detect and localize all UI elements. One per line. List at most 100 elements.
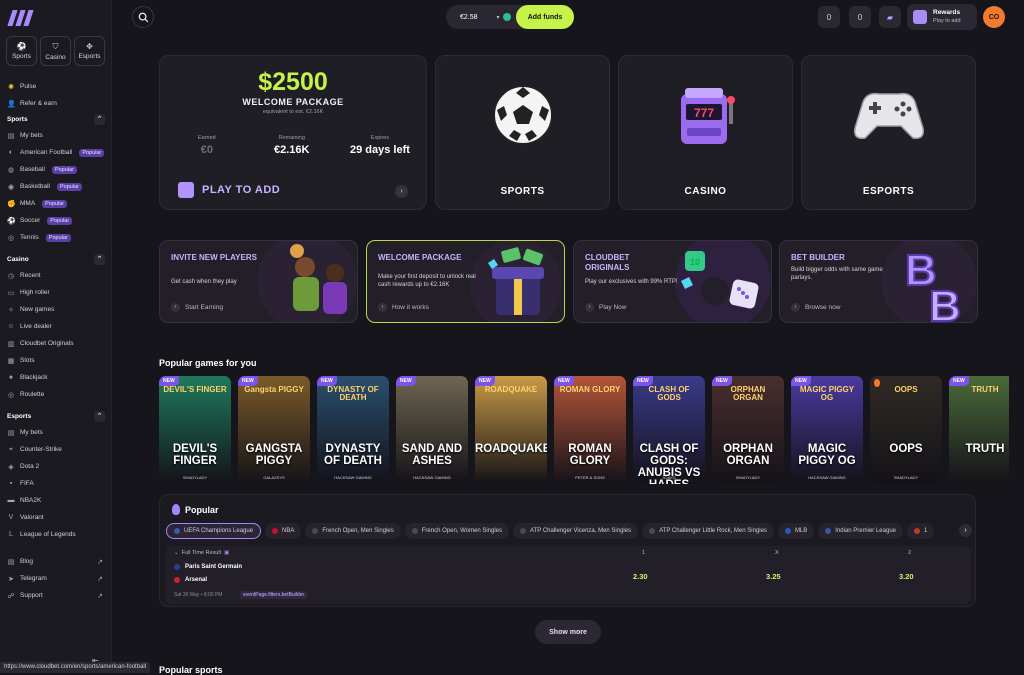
- sidebar-item-valorant[interactable]: VValorant: [0, 509, 112, 526]
- promo-cloudbet-originals[interactable]: 10 CLOUDBET ORIGINALS Play our exclusive…: [573, 240, 772, 323]
- chevron-right-icon[interactable]: ›: [959, 524, 972, 537]
- welcome-package-card[interactable]: $2500 WELCOME PACKAGE equivalent to est.…: [159, 55, 427, 210]
- tab-casino[interactable]: ⛉Casino: [40, 36, 71, 66]
- sidebar-item-blackjack[interactable]: ♠Blackjack: [0, 369, 112, 386]
- play-now-link[interactable]: ›Play Now: [585, 303, 626, 312]
- play-to-add-link[interactable]: PLAY TO ADD: [178, 182, 280, 198]
- chip-atp-little-rock[interactable]: ATP Challenger Little Rock, Men Singles: [642, 523, 774, 539]
- popular-badge: Popular: [79, 149, 104, 157]
- svg-text:B: B: [929, 282, 961, 323]
- open-bets-button[interactable]: 0: [849, 6, 871, 28]
- chevron-up-icon[interactable]: ⌃: [94, 114, 105, 125]
- chip-mlb[interactable]: MLB: [778, 523, 814, 539]
- game-tile[interactable]: NEWROMAN GLORYROMAN GLORYPETER & SONS: [554, 376, 626, 484]
- sidebar-item-new-games[interactable]: ✧New games: [0, 301, 112, 318]
- esports-section-header[interactable]: Esports⌃: [0, 408, 112, 424]
- sidebar-item-slots[interactable]: ▦Slots: [0, 352, 112, 369]
- team-crest-icon: [174, 577, 180, 583]
- home-team: Paris Saint Germain: [174, 564, 242, 570]
- sidebar-item-high-roller[interactable]: ▭High roller: [0, 284, 112, 301]
- sidebar-item-esports-my-bets[interactable]: ▤My bets: [0, 424, 112, 441]
- tab-sports[interactable]: ⚽Sports: [6, 36, 37, 66]
- sidebar-item-recent[interactable]: ◷Recent: [0, 267, 112, 284]
- browse-now-link[interactable]: ›Browse now: [791, 303, 840, 312]
- sports-category-card[interactable]: SPORTS: [435, 55, 610, 210]
- sidebar-item-roulette[interactable]: ◎Roulette: [0, 386, 112, 403]
- show-more-button[interactable]: Show more: [535, 620, 601, 644]
- tab-esports[interactable]: ✥Esports: [74, 36, 105, 66]
- sidebar-item-dota2[interactable]: ◈Dota 2: [0, 458, 112, 475]
- external-link-icon: ↗: [97, 558, 103, 566]
- sidebar-item-baseball[interactable]: ◍BaseballPopular: [0, 161, 112, 178]
- event-card[interactable]: ⌄ Full Time Result ▣ 1 X 2 Paris Saint G…: [166, 546, 971, 604]
- sidebar-item-blog[interactable]: ▤Blog↗: [0, 553, 112, 570]
- odd-home-button[interactable]: 2.30: [633, 572, 648, 581]
- game-tile[interactable]: NEWSAND AND ASHESHACKSAW GAMING: [396, 376, 468, 484]
- casino-section-header[interactable]: Casino⌃: [0, 251, 112, 267]
- bet-builder-tag[interactable]: eventPage.filters.betBuilder: [240, 591, 307, 599]
- sidebar-item-soccer[interactable]: ⚽SoccerPopular: [0, 212, 112, 229]
- casino-category-card[interactable]: 777 CASINO: [618, 55, 793, 210]
- chip-atp-vicenza[interactable]: ATP Challenger Vicenza, Men Singles: [513, 523, 638, 539]
- game-tile[interactable]: NEWDYNASTY OF DEATHDYNASTY OF DEATHHACKS…: [317, 376, 389, 484]
- lol-icon: L: [7, 531, 15, 538]
- add-funds-button[interactable]: Add funds: [516, 5, 574, 29]
- game-tile[interactable]: NEWGangsta PIGGYGANGSTA PIGGYGALAXSYS: [238, 376, 310, 484]
- chevron-up-icon[interactable]: ⌃: [94, 254, 105, 265]
- esports-category-card[interactable]: ESPORTS: [801, 55, 976, 210]
- sidebar-item-american-football[interactable]: ◐American FootballPopular: [0, 144, 112, 161]
- sidebar-item-fifa[interactable]: ▪FIFA: [0, 475, 112, 492]
- chip-more[interactable]: 1: [907, 523, 934, 539]
- chip-ipl[interactable]: Indian Premier League: [818, 523, 903, 539]
- sports-section-header[interactable]: Sports⌃: [0, 111, 112, 127]
- game-tile[interactable]: NEWDEVIL'S FINGERDEVIL'S FINGERSHADYLADY: [159, 376, 231, 484]
- game-tile[interactable]: NEWCLASH OF GODSCLASH OF GODS: ANUBIS VS…: [633, 376, 705, 484]
- rewards-button[interactable]: RewardsPlay to add: [907, 4, 977, 30]
- sidebar-item-basketball[interactable]: ◉BasketballPopular: [0, 178, 112, 195]
- sidebar-item-counter-strike[interactable]: ⌖Counter-Strike: [0, 441, 112, 458]
- game-provider: HACKSAW GAMING: [396, 475, 468, 480]
- game-tile[interactable]: NEWTRUTHTRUTH: [949, 376, 1009, 484]
- chip-ucl[interactable]: UEFA Champions League: [166, 523, 261, 539]
- sidebar-item-nba2k[interactable]: ▬NBA2K: [0, 492, 112, 509]
- game-tile[interactable]: OOPSOOPSSHADYLADY: [870, 376, 942, 484]
- bet-slip-button[interactable]: 0: [818, 6, 840, 28]
- event-time: Sat 30 May • 8:00 PM: [174, 592, 222, 598]
- chip-french-open-men[interactable]: French Open, Men Singles: [305, 523, 400, 539]
- popular-badge: Popular: [42, 200, 67, 208]
- sidebar-item-tennis[interactable]: ◎TennisPopular: [0, 229, 112, 246]
- promo-bet-builder[interactable]: B B BET BUILDER Build bigger odds with s…: [779, 240, 978, 323]
- start-earning-link[interactable]: ›Start Earning: [171, 303, 223, 312]
- sidebar-item-live-dealer[interactable]: ☺Live dealer: [0, 318, 112, 335]
- odd-draw-button[interactable]: 3.25: [766, 572, 781, 581]
- wallet-selector[interactable]: €2.58 ▾ Add funds: [446, 5, 574, 29]
- chip-nba[interactable]: NBA: [265, 523, 301, 539]
- arrow-right-icon[interactable]: ›: [395, 185, 408, 198]
- new-badge: NEW: [949, 376, 969, 386]
- search-button[interactable]: [132, 6, 154, 28]
- promo-invite-players[interactable]: INVITE NEW PLAYERS Get cash when they pl…: [159, 240, 358, 323]
- footer-links: ▤Blog↗ ➤Telegram↗ ☍Support↗: [0, 553, 112, 604]
- game-title: TRUTH: [949, 443, 1009, 455]
- promo-welcome-package[interactable]: WELCOME PACKAGE Make your first deposit …: [366, 240, 565, 323]
- game-tile[interactable]: NEWORPHAN ORGANORPHAN ORGANSHADYLADY: [712, 376, 784, 484]
- game-tile[interactable]: NEWMAGIC PIGGY OGMAGIC PIGGY OGHACKSAW G…: [791, 376, 863, 484]
- sidebar-item-refer[interactable]: 👤Refer & earn: [0, 95, 112, 112]
- sidebar-item-mma[interactable]: ✊MMAPopular: [0, 195, 112, 212]
- sidebar-item-lol[interactable]: LLeague of Legends: [0, 526, 112, 543]
- game-tile[interactable]: NEWROADQUAKEROADQUAKE: [475, 376, 547, 484]
- chip-french-open-women[interactable]: French Open, Women Singles: [405, 523, 509, 539]
- avatar[interactable]: CO: [983, 6, 1005, 28]
- sidebar-item-pulse[interactable]: ✺Pulse: [0, 78, 112, 95]
- how-it-works-link[interactable]: ›How it works: [378, 303, 429, 312]
- sidebar-item-originals[interactable]: ▥Cloudbet Originals: [0, 335, 112, 352]
- sidebar-item-telegram[interactable]: ➤Telegram↗: [0, 570, 112, 587]
- cloudbet-logo[interactable]: [8, 10, 36, 26]
- counter-strike-icon: ⌖: [7, 446, 15, 454]
- chevron-up-icon[interactable]: ⌃: [94, 411, 105, 422]
- sidebar-item-support[interactable]: ☍Support↗: [0, 587, 112, 604]
- games-carousel: NEWDEVIL'S FINGERDEVIL'S FINGERSHADYLADY…: [159, 376, 1009, 484]
- chat-button[interactable]: ▰: [879, 6, 901, 28]
- odd-away-button[interactable]: 3.20: [899, 572, 914, 581]
- sidebar-item-my-bets[interactable]: ▤My bets: [0, 127, 112, 144]
